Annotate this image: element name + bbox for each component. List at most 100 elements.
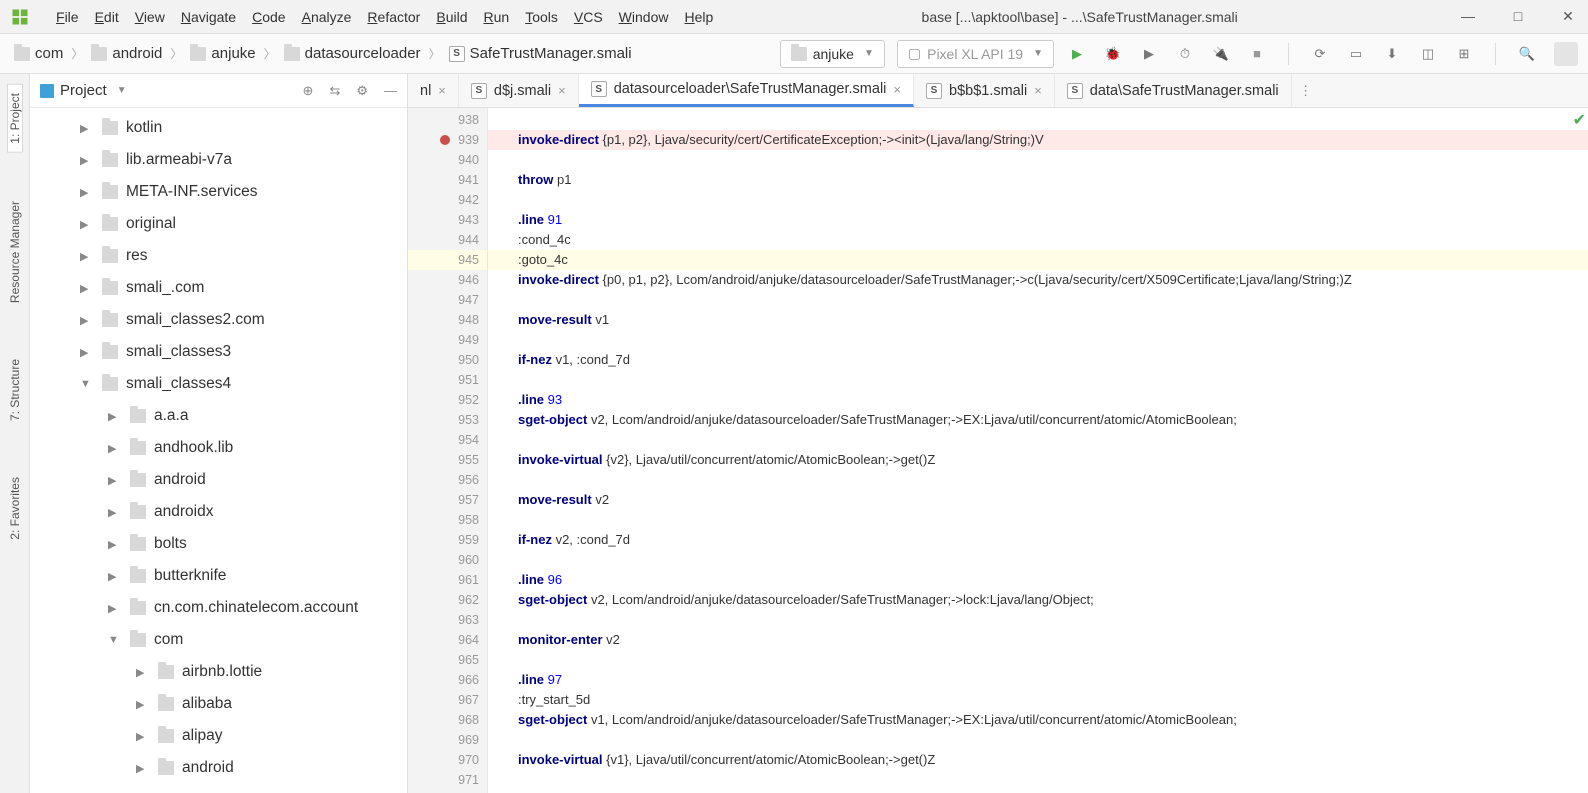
expand-icon[interactable]: ▶	[108, 410, 122, 423]
code-line[interactable]: invoke-virtual {v2}, Ljava/util/concurre…	[488, 450, 1588, 470]
code-line[interactable]: sget-object v2, Lcom/android/anjuke/data…	[488, 590, 1588, 610]
run-icon[interactable]: ▶	[1068, 45, 1086, 63]
code-line[interactable]	[488, 610, 1588, 630]
expand-icon[interactable]: ▶	[136, 730, 150, 743]
tree-item[interactable]: ▼com	[30, 624, 407, 656]
line-number[interactable]: 971	[408, 770, 487, 790]
expand-icon[interactable]: ▶	[136, 762, 150, 775]
tree-item[interactable]: ▼smali_classes4	[30, 368, 407, 400]
code-line[interactable]: sget-object v1, Lcom/android/anjuke/data…	[488, 710, 1588, 730]
split-icon[interactable]: ⇆	[329, 83, 340, 99]
attach-debugger-icon[interactable]: 🔌	[1212, 45, 1230, 63]
expand-icon[interactable]: ▶	[136, 666, 150, 679]
line-number[interactable]: 954	[408, 430, 487, 450]
tree-item[interactable]: ▶lib.armeabi-v7a	[30, 144, 407, 176]
expand-icon[interactable]: ▶	[80, 346, 94, 359]
line-number[interactable]: 961	[408, 570, 487, 590]
menu-help[interactable]: Help	[676, 5, 721, 29]
expand-icon[interactable]: ▶	[80, 218, 94, 231]
code-line[interactable]	[488, 370, 1588, 390]
device-selector[interactable]: ▢ Pixel XL API 19 ▼	[897, 40, 1054, 68]
code-line[interactable]: move-result v2	[488, 490, 1588, 510]
code-line[interactable]: .line 91	[488, 210, 1588, 230]
expand-icon[interactable]: ▶	[108, 570, 122, 583]
coverage-icon[interactable]: ▶	[1140, 45, 1158, 63]
tree-item[interactable]: ▶android	[30, 752, 407, 784]
line-gutter[interactable]: 9389399409419429439449459469479489499509…	[408, 108, 488, 793]
line-number[interactable]: 957	[408, 490, 487, 510]
line-number[interactable]: 956	[408, 470, 487, 490]
line-number[interactable]: 964	[408, 630, 487, 650]
layout-inspector-icon[interactable]: ◫	[1419, 45, 1437, 63]
menu-tools[interactable]: Tools	[517, 5, 566, 29]
tree-item[interactable]: ▶androidx	[30, 496, 407, 528]
editor-tab[interactable]: Sdata\SafeTrustManager.smali	[1055, 74, 1292, 107]
code-line[interactable]: :cond_4c	[488, 230, 1588, 250]
tree-item[interactable]: ▶a.a.a	[30, 400, 407, 432]
line-number[interactable]: 966	[408, 670, 487, 690]
expand-icon[interactable]: ▶	[80, 314, 94, 327]
tree-item[interactable]: ▶andhook.lib	[30, 432, 407, 464]
expand-icon[interactable]: ▶	[80, 122, 94, 135]
expand-icon[interactable]: ▼	[80, 378, 94, 390]
collapse-icon[interactable]: —	[384, 83, 397, 99]
avd-icon[interactable]: ▭	[1347, 45, 1365, 63]
tree-item[interactable]: ▶bolts	[30, 528, 407, 560]
code-line[interactable]: invoke-virtual {v1}, Ljava/util/concurre…	[488, 750, 1588, 770]
project-tree[interactable]: ▶kotlin▶lib.armeabi-v7a▶META-INF.service…	[30, 108, 407, 793]
code-line[interactable]: monitor-enter v2	[488, 630, 1588, 650]
side-tab-project[interactable]: 1: Project	[7, 84, 23, 153]
sync-icon[interactable]: ⟳	[1311, 45, 1329, 63]
close-tab-icon[interactable]: ×	[1034, 83, 1042, 98]
code-line[interactable]: .line 93	[488, 390, 1588, 410]
code-line[interactable]	[488, 330, 1588, 350]
tree-item[interactable]: ▶smali_classes2.com	[30, 304, 407, 336]
line-number[interactable]: 968	[408, 710, 487, 730]
breadcrumb-item[interactable]: android	[87, 43, 166, 64]
breadcrumb-item[interactable]: anjuke	[186, 43, 259, 64]
tab-overflow-icon[interactable]: ⋮	[1292, 74, 1320, 107]
code-line[interactable]	[488, 110, 1588, 130]
code-line[interactable]: sget-object v2, Lcom/android/anjuke/data…	[488, 410, 1588, 430]
expand-icon[interactable]: ▶	[108, 474, 122, 487]
expand-icon[interactable]: ▶	[108, 538, 122, 551]
line-number[interactable]: 946	[408, 270, 487, 290]
panel-title[interactable]: Project ▼	[40, 82, 127, 99]
menu-build[interactable]: Build	[428, 5, 475, 29]
line-number[interactable]: 970	[408, 750, 487, 770]
code-line[interactable]	[488, 770, 1588, 790]
line-number[interactable]: 950	[408, 350, 487, 370]
code-line[interactable]	[488, 510, 1588, 530]
line-number[interactable]: 952	[408, 390, 487, 410]
line-number[interactable]: 965	[408, 650, 487, 670]
tree-item[interactable]: ▶alibaba	[30, 688, 407, 720]
stop-icon[interactable]: ■	[1248, 45, 1266, 63]
code-line[interactable]: move-result v1	[488, 310, 1588, 330]
code-line[interactable]	[488, 730, 1588, 750]
line-number[interactable]: 939	[408, 130, 487, 150]
code-line[interactable]: :goto_4c	[488, 250, 1588, 270]
line-number[interactable]: 960	[408, 550, 487, 570]
line-number[interactable]: 949	[408, 330, 487, 350]
tree-item[interactable]: ▶META-INF.services	[30, 176, 407, 208]
code-line[interactable]: .line 96	[488, 570, 1588, 590]
target-icon[interactable]: ⊕	[303, 83, 314, 99]
line-number[interactable]: 945	[408, 250, 487, 270]
menu-analyze[interactable]: Analyze	[294, 5, 360, 29]
expand-icon[interactable]: ▶	[80, 282, 94, 295]
menu-file[interactable]: File	[48, 5, 87, 29]
expand-icon[interactable]: ▶	[108, 506, 122, 519]
code-line[interactable]	[488, 290, 1588, 310]
gear-icon[interactable]: ⚙	[356, 83, 368, 99]
expand-icon[interactable]: ▶	[80, 250, 94, 263]
line-number[interactable]: 963	[408, 610, 487, 630]
debug-icon[interactable]: 🐞	[1104, 45, 1122, 63]
line-number[interactable]: 955	[408, 450, 487, 470]
menu-window[interactable]: Window	[611, 5, 677, 29]
code-line[interactable]	[488, 550, 1588, 570]
profile-icon[interactable]: ⏱	[1176, 45, 1194, 63]
tree-item[interactable]: ▶butterknife	[30, 560, 407, 592]
menu-edit[interactable]: Edit	[87, 5, 127, 29]
line-number[interactable]: 969	[408, 730, 487, 750]
menu-view[interactable]: View	[127, 5, 173, 29]
